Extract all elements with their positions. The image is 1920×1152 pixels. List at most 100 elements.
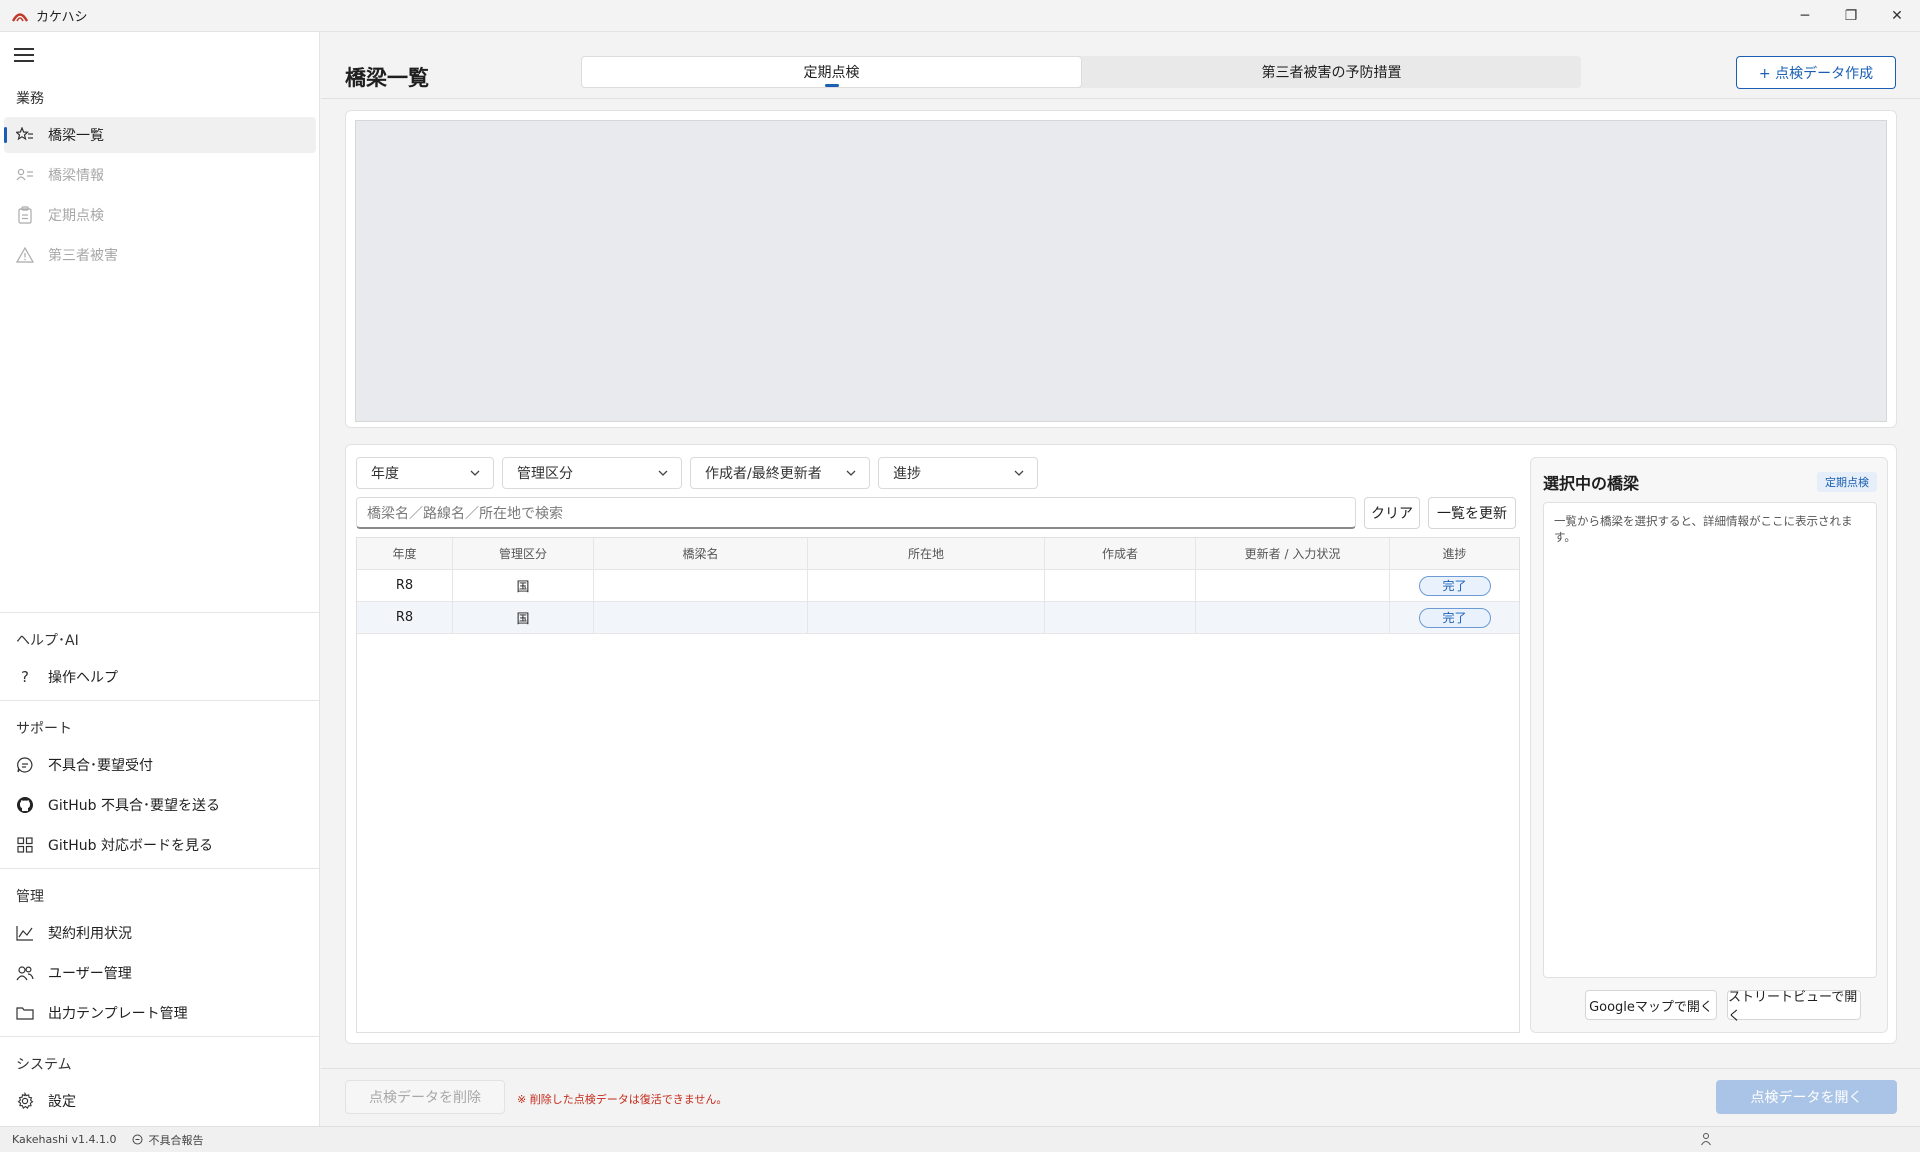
cell-management: 国 xyxy=(453,602,594,633)
sidebar-item-third-party-damage[interactable]: 第三者被害 xyxy=(4,237,316,273)
sidebar-item-bridge-info[interactable]: 橋梁情報 xyxy=(4,157,316,193)
author-filter-dropdown[interactable]: 作成者/最終更新者 xyxy=(690,457,870,489)
open-google-maps-button[interactable]: Googleマップで開く xyxy=(1585,990,1717,1020)
status-badge: 完了 xyxy=(1418,575,1491,596)
cell-progress: 完了 xyxy=(1390,602,1519,633)
sidebar: 業務 橋梁一覧 橋梁情報 定期点検 第三者被害 ヘルプ･AI ? 操作ヘルプ サ… xyxy=(0,32,320,1126)
year-filter-dropdown[interactable]: 年度 xyxy=(356,457,494,489)
tab-third-party-prevention[interactable]: 第三者被害の予防措置 xyxy=(1082,56,1581,88)
search-input[interactable]: 橋梁名／路線名／所在地で検索 xyxy=(356,497,1356,529)
tab-periodic-inspection[interactable]: 定期点検 xyxy=(581,56,1082,88)
gear-icon xyxy=(15,1091,35,1111)
delete-warning: ※ 削除した点検データは復活できません。 xyxy=(517,1093,728,1106)
column-header[interactable]: 作成者 xyxy=(1045,538,1196,569)
sidebar-item-label: 契約利用状況 xyxy=(48,926,132,942)
hamburger-menu-icon[interactable] xyxy=(14,48,34,62)
column-header[interactable]: 年度 xyxy=(357,538,453,569)
person-list-icon xyxy=(15,165,35,185)
open-street-view-button[interactable]: ストリートビューで開く xyxy=(1727,990,1861,1024)
sidebar-item-periodic-inspection[interactable]: 定期点検 xyxy=(4,197,316,233)
sidebar-item-label: 操作ヘルプ xyxy=(48,670,118,686)
bridge-table: 年度 管理区分 橋梁名 所在地 作成者 更新者 / 入力状況 進捗 R8 国 完… xyxy=(356,537,1520,1033)
cell-bridge-name xyxy=(594,602,808,633)
sidebar-item-output-templates[interactable]: 出力テンプレート管理 xyxy=(4,995,316,1031)
column-header[interactable]: 橋梁名 xyxy=(594,538,808,569)
column-header[interactable]: 所在地 xyxy=(808,538,1045,569)
sidebar-item-label: 第三者被害 xyxy=(48,248,118,264)
column-header[interactable]: 管理区分 xyxy=(453,538,594,569)
cell-author xyxy=(1045,570,1196,601)
chart-icon xyxy=(15,923,35,943)
app-title: カケハシ xyxy=(36,10,88,25)
chat-icon xyxy=(132,1134,143,1145)
table-header-row: 年度 管理区分 橋梁名 所在地 作成者 更新者 / 入力状況 進捗 xyxy=(357,538,1519,570)
github-icon xyxy=(15,795,35,815)
sidebar-item-label: GitHub 対応ボードを見る xyxy=(48,838,213,854)
bug-report-label: 不具合報告 xyxy=(148,1133,204,1147)
chevron-down-icon xyxy=(470,470,480,476)
cell-management: 国 xyxy=(453,570,594,601)
warning-icon xyxy=(15,245,35,265)
table-row[interactable]: R8 国 完了 xyxy=(357,602,1519,634)
header-divider xyxy=(321,98,1920,99)
chevron-down-icon xyxy=(658,470,668,476)
map-view[interactable] xyxy=(355,120,1887,422)
app-logo-icon xyxy=(12,12,28,22)
section-work-label: 業務 xyxy=(16,91,44,107)
management-filter-dropdown[interactable]: 管理区分 xyxy=(502,457,682,489)
cell-updater xyxy=(1196,570,1390,601)
sidebar-item-label: 不具合･要望受付 xyxy=(48,758,153,774)
inspection-type-badge: 定期点検 xyxy=(1817,472,1877,492)
sidebar-item-label: GitHub 不具合･要望を送る xyxy=(48,798,220,814)
section-help-label: ヘルプ･AI xyxy=(16,633,79,649)
sidebar-divider xyxy=(0,1036,319,1037)
person-icon[interactable] xyxy=(1700,1132,1712,1146)
folder-icon xyxy=(15,1003,35,1023)
table-row[interactable]: R8 国 完了 xyxy=(357,570,1519,602)
sidebar-item-label: 定期点検 xyxy=(48,208,104,224)
sidebar-item-label: ユーザー管理 xyxy=(48,966,132,982)
column-header[interactable]: 更新者 / 入力状況 xyxy=(1196,538,1390,569)
cell-updater xyxy=(1196,602,1390,633)
cell-author xyxy=(1045,602,1196,633)
column-header[interactable]: 進捗 xyxy=(1390,538,1519,569)
sidebar-item-bug-request[interactable]: 不具合･要望受付 xyxy=(4,747,316,783)
users-icon xyxy=(15,963,35,983)
sidebar-item-user-management[interactable]: ユーザー管理 xyxy=(4,955,316,991)
dropdown-label: 作成者/最終更新者 xyxy=(705,466,822,482)
sidebar-item-help[interactable]: ? 操作ヘルプ xyxy=(4,659,316,695)
chevron-down-icon xyxy=(846,470,856,476)
chevron-down-icon xyxy=(1014,470,1024,476)
inspection-type-tabs: 定期点検 第三者被害の予防措置 xyxy=(581,56,1581,88)
create-inspection-button[interactable]: + 点検データ作成 xyxy=(1736,56,1896,89)
sidebar-item-bridge-list[interactable]: 橋梁一覧 xyxy=(4,117,316,153)
refresh-list-button[interactable]: 一覧を更新 xyxy=(1428,497,1516,529)
selected-bridge-panel: 選択中の橋梁 定期点検 一覧から橋梁を選択すると、詳細情報がここに表示されます。… xyxy=(1530,457,1888,1033)
open-inspection-button[interactable]: 点検データを開く xyxy=(1716,1080,1897,1114)
delete-inspection-button[interactable]: 点検データを削除 xyxy=(345,1080,505,1114)
main-content: 橋梁一覧 定期点検 第三者被害の予防措置 + 点検データ作成 年度 管理区分 作… xyxy=(321,32,1920,1126)
sidebar-divider xyxy=(0,612,319,613)
clipboard-icon xyxy=(15,205,35,225)
cell-year: R8 xyxy=(357,570,453,601)
sidebar-item-settings[interactable]: 設定 xyxy=(4,1083,316,1119)
sidebar-item-contract-usage[interactable]: 契約利用状況 xyxy=(4,915,316,951)
cell-progress: 完了 xyxy=(1390,570,1519,601)
sidebar-divider xyxy=(0,700,319,701)
sidebar-item-label: 出力テンプレート管理 xyxy=(48,1006,188,1022)
section-system-label: システム xyxy=(16,1057,72,1073)
question-icon: ? xyxy=(21,668,29,686)
sidebar-item-github-board[interactable]: GitHub 対応ボードを見る xyxy=(4,827,316,863)
progress-filter-dropdown[interactable]: 進捗 xyxy=(878,457,1038,489)
bug-report-link[interactable]: 不具合報告 xyxy=(132,1132,203,1148)
sidebar-item-github-report[interactable]: GitHub 不具合･要望を送る xyxy=(4,787,316,823)
sidebar-item-label: 橋梁情報 xyxy=(48,168,104,184)
bridge-list-card: 年度 管理区分 作成者/最終更新者 進捗 橋梁名／路線名／所在地で検索 クリア … xyxy=(345,444,1897,1044)
clear-button[interactable]: クリア xyxy=(1364,497,1420,529)
close-button[interactable]: ✕ xyxy=(1874,0,1920,32)
status-bar: Kakehashi v1.4.1.0 不具合報告 xyxy=(0,1126,1920,1152)
minimize-button[interactable]: ─ xyxy=(1782,0,1828,32)
title-bar: カケハシ ─ ❐ ✕ xyxy=(0,0,1920,32)
section-admin-label: 管理 xyxy=(16,889,44,905)
maximize-button[interactable]: ❐ xyxy=(1828,0,1874,32)
